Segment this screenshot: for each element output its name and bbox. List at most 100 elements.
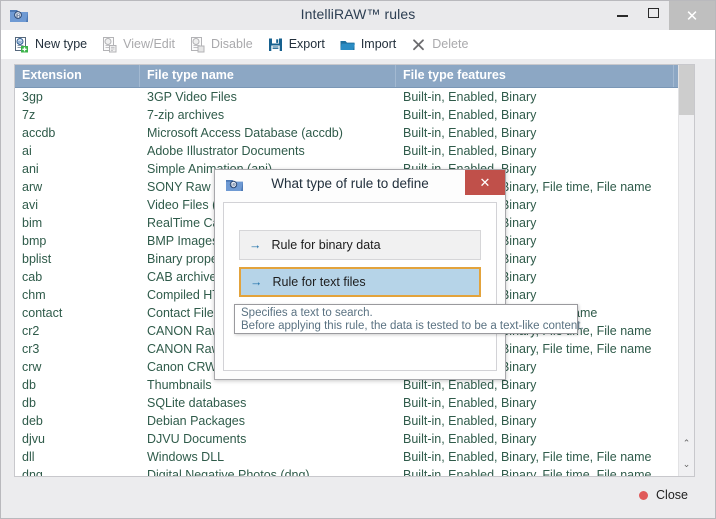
dialog-body: → Rule for binary data → Rule for text f…: [223, 202, 497, 371]
table-cell: Windows DLL: [147, 450, 225, 464]
table-cell: Built-in, Enabled, Binary: [403, 432, 537, 446]
table-cell: Built-in, Enabled, Binary: [403, 378, 537, 392]
minimize-button[interactable]: [607, 1, 638, 25]
footer-bar: Close: [14, 480, 702, 510]
table-cell: Built-in, Enabled, Binary, File time, Fi…: [403, 450, 652, 464]
scroll-down-arrow-icon[interactable]: ⌄: [679, 456, 694, 473]
table-cell: SQLite databases: [147, 396, 247, 410]
table-cell: ai: [22, 144, 32, 158]
table-row[interactable]: 3gp 3GP Video Files Built-in, Enabled, Bin…: [15, 88, 679, 106]
table-cell: Adobe Illustrator Documents: [147, 144, 305, 158]
table-cell: accdb: [22, 126, 56, 140]
tooltip-line-1: Specifies a text to search.: [241, 307, 373, 319]
window-controls: ✕: [607, 1, 715, 30]
close-dot-icon: [639, 490, 649, 500]
option-rule-for-text-files[interactable]: → Rule for text files: [239, 267, 481, 297]
close-dialog-button[interactable]: Close: [639, 488, 702, 502]
table-row[interactable]: ai Adobe Illustrator Documents Built-in, E…: [15, 142, 679, 160]
arrow-right-icon: →: [249, 238, 262, 252]
list-vertical-scrollbar[interactable]: ⌃ ⌄: [678, 65, 694, 476]
dialog-app-icon: IR: [225, 176, 244, 194]
table-cell: bim: [22, 216, 43, 230]
table-cell: Built-in, Enabled, Binary: [403, 90, 537, 104]
table-cell: ani: [22, 162, 39, 176]
table-cell: Built-in, Enabled, Binary: [403, 414, 537, 428]
table-row[interactable]: djvu DJVU Documents Built-in, Enabled, Bin…: [15, 430, 679, 448]
table-cell: Built-in, Enabled, Binary: [403, 126, 537, 140]
maximize-icon: [648, 8, 659, 18]
column-header-file-type-features[interactable]: File type features: [396, 65, 674, 87]
option-label: Rule for binary data: [271, 238, 381, 252]
table-cell: crw: [22, 360, 42, 374]
table-cell: dll: [22, 450, 35, 464]
close-icon: ✕: [685, 7, 699, 25]
option-rule-for-binary-data[interactable]: → Rule for binary data: [239, 230, 481, 260]
svg-text:IR: IR: [231, 183, 236, 188]
table-cell: Built-in, Enabled, Binary: [403, 144, 537, 158]
toolbar-import-button[interactable]: Import: [339, 32, 396, 56]
table-cell: arw: [22, 180, 43, 194]
table-cell: dng: [22, 468, 43, 476]
toolbar-new-type-button[interactable]: IR New type: [13, 32, 87, 56]
table-cell: avi: [22, 198, 38, 212]
table-cell: bplist: [22, 252, 52, 266]
toolbar-label: Export: [288, 37, 325, 51]
column-header-file-type-name[interactable]: File type name: [140, 65, 396, 87]
scroll-up-arrow-icon[interactable]: ⌃: [679, 435, 694, 452]
table-row[interactable]: deb Debian Packages Built-in, Enabled, Bin…: [15, 412, 679, 430]
table-cell: Built-in, Enabled, Binary, File time, Fi…: [403, 468, 652, 476]
scrollbar-thumb[interactable]: [679, 65, 694, 115]
option-label: Rule for text files: [272, 275, 366, 289]
column-header-extension[interactable]: Extension: [15, 65, 140, 87]
toolbar-delete-button[interactable]: Delete: [410, 32, 468, 56]
toolbar-view-edit-button[interactable]: View/Edit: [101, 32, 175, 56]
toolbar-label: Delete: [432, 37, 469, 51]
title-bar: IR IntelliRAW™ rules ✕: [1, 1, 715, 30]
table-cell: Thumbnails: [147, 378, 212, 392]
table-cell: djvu: [22, 432, 45, 446]
dialog-close-button[interactable]: ✕: [465, 170, 505, 195]
import-folder-icon: [339, 36, 356, 53]
rule-type-dialog: IR What type of rule to define ✕ → Rule …: [214, 169, 506, 380]
toolbar-label: Import: [360, 37, 397, 51]
table-cell: Built-in, Enabled, Binary: [403, 396, 537, 410]
dialog-title: What type of rule to define: [271, 176, 429, 191]
table-cell: 3GP Video Files: [147, 90, 237, 104]
table-cell: Digital Negative Photos (dng): [147, 468, 310, 476]
minimize-icon: [617, 15, 628, 17]
maximize-button[interactable]: [638, 1, 669, 25]
table-cell: deb: [22, 414, 43, 428]
close-button-label: Close: [656, 488, 688, 502]
arrow-right-icon: →: [250, 275, 263, 289]
dialog-title-bar: IR What type of rule to define ✕: [215, 170, 505, 200]
disable-icon: [189, 36, 206, 53]
toolbar-label: Disable: [211, 37, 253, 51]
table-cell: Microsoft Access Database (accdb): [147, 126, 343, 140]
toolbar-label: View/Edit: [123, 37, 175, 51]
table-row[interactable]: 7z 7-zip archives Built-in, Enabled, Binar…: [15, 106, 679, 124]
table-row[interactable]: db SQLite databases Built-in, Enabled, Bin…: [15, 394, 679, 412]
export-save-icon: [267, 36, 284, 53]
table-cell: contact: [22, 306, 63, 320]
new-type-icon: IR: [13, 36, 30, 53]
toolbar-disable-button[interactable]: Disable: [189, 32, 253, 56]
table-cell: 7z: [22, 108, 36, 122]
table-row[interactable]: accdb Microsoft Access Database (accdb) Bu…: [15, 124, 679, 142]
svg-text:IR: IR: [18, 40, 22, 44]
toolbar-export-button[interactable]: Export: [267, 32, 325, 56]
tooltip-line-2: Before applying this rule, the data is t…: [241, 320, 584, 332]
table-cell: Debian Packages: [147, 414, 245, 428]
option-tooltip: Specifies a text to search. Before apply…: [234, 304, 584, 334]
close-icon: ✕: [479, 174, 491, 190]
table-header: Extension File type name File type featu…: [15, 65, 694, 88]
table-cell: cr2: [22, 324, 40, 338]
table-cell: chm: [22, 288, 46, 302]
table-row[interactable]: dll Windows DLL Built-in, Enabled, Binary,…: [15, 448, 679, 466]
close-window-button[interactable]: ✕: [669, 1, 715, 30]
table-cell: cab: [22, 270, 43, 284]
table-cell: 7-zip archives: [147, 108, 225, 122]
table-cell: db: [22, 396, 36, 410]
table-cell: Built-in, Enabled, Binary: [403, 108, 537, 122]
table-cell: DJVU Documents: [147, 432, 247, 446]
table-row[interactable]: dng Digital Negative Photos (dng) Built-in…: [15, 466, 679, 476]
